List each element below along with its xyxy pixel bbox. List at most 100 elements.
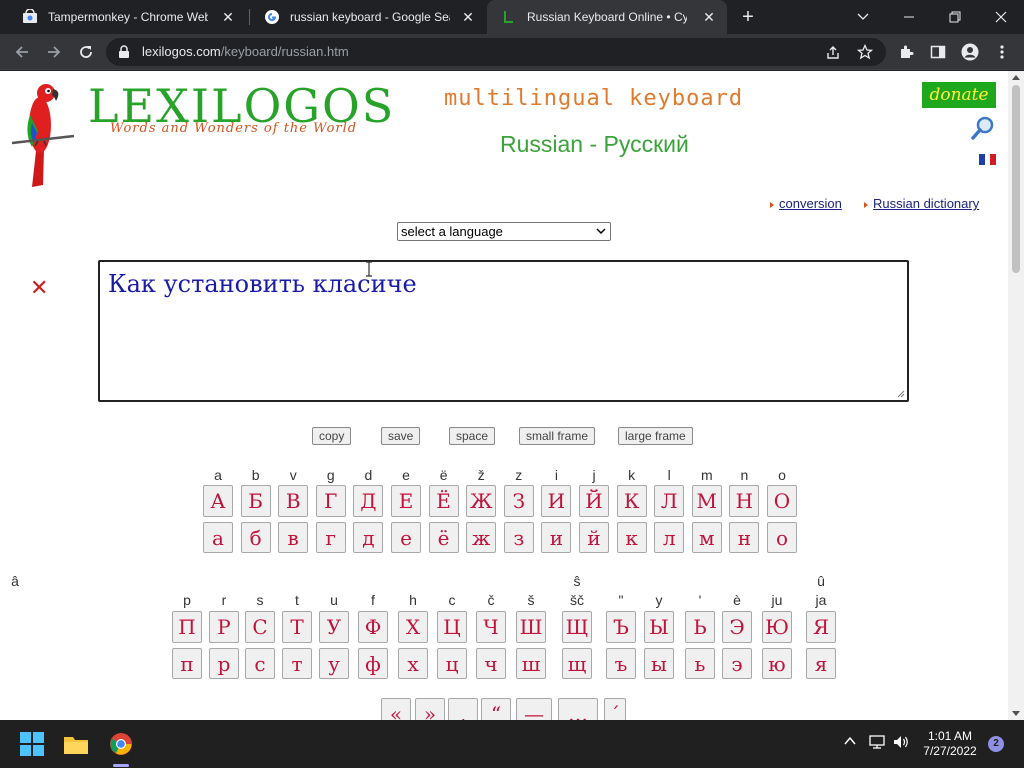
key-row2_lower[interactable]: ю bbox=[762, 648, 792, 679]
key-row1_lower[interactable]: а bbox=[203, 522, 233, 553]
search-icon[interactable] bbox=[970, 115, 996, 141]
key-row1_upper[interactable]: Г bbox=[315, 485, 346, 517]
key-row2_upper[interactable]: У bbox=[319, 611, 349, 643]
language-select[interactable]: select a language bbox=[397, 222, 611, 241]
key-row1_lower[interactable]: ё bbox=[428, 522, 459, 553]
key-row1_lower[interactable]: з bbox=[503, 522, 534, 553]
key-row1_upper[interactable]: Б bbox=[240, 485, 271, 517]
russian-dictionary-link[interactable]: Russian dictionary bbox=[873, 196, 979, 211]
parrot-logo-icon[interactable] bbox=[10, 81, 78, 189]
key-row1_upper[interactable]: Е bbox=[391, 485, 421, 517]
chevron-up-icon[interactable] bbox=[843, 734, 857, 748]
key-row2_upper[interactable]: Ю bbox=[762, 611, 792, 643]
key-row2_lower[interactable]: ц bbox=[437, 648, 467, 679]
clear-text-icon[interactable]: ✕ bbox=[30, 275, 48, 301]
key-row1_lower[interactable]: в bbox=[278, 522, 309, 553]
key-row3_partial[interactable]: » bbox=[415, 698, 445, 720]
key-row1_lower[interactable]: й bbox=[579, 522, 609, 553]
key-row2_upper[interactable]: С bbox=[245, 611, 275, 643]
key-row2_upper[interactable]: Я bbox=[806, 611, 836, 643]
share-icon[interactable] bbox=[825, 44, 841, 60]
key-row2_upper[interactable]: Э bbox=[722, 611, 752, 643]
key-row1_upper[interactable]: З bbox=[503, 485, 534, 517]
french-flag-icon[interactable] bbox=[979, 154, 997, 165]
key-row2_lower[interactable]: р bbox=[209, 648, 239, 679]
key-row3_partial[interactable]: … bbox=[558, 698, 598, 720]
close-tab-icon[interactable]: ✕ bbox=[701, 9, 717, 25]
key-row2_lower[interactable]: у bbox=[319, 648, 349, 679]
large-frame-button[interactable]: large frame bbox=[618, 427, 693, 445]
restore-icon[interactable] bbox=[932, 0, 978, 34]
key-row1_lower[interactable]: л bbox=[654, 522, 685, 553]
key-row2_upper[interactable]: Т bbox=[282, 611, 312, 643]
key-row1_lower[interactable]: ж bbox=[466, 522, 497, 553]
close-window-icon[interactable] bbox=[978, 0, 1024, 34]
key-row1_upper[interactable]: И bbox=[541, 485, 572, 517]
resize-grip-icon[interactable] bbox=[897, 390, 905, 398]
key-row1_upper[interactable]: В bbox=[278, 485, 309, 517]
key-row3_partial[interactable]: ´ bbox=[604, 698, 626, 720]
key-row3_partial[interactable]: — bbox=[516, 698, 552, 720]
space-button[interactable]: space bbox=[449, 427, 496, 445]
system-clock[interactable]: 1:01 AM 7/27/2022 bbox=[918, 729, 982, 759]
key-row1_upper[interactable]: Л bbox=[654, 485, 685, 517]
key-row1_lower[interactable]: г bbox=[315, 522, 346, 553]
key-row3_partial[interactable]: “ bbox=[481, 698, 511, 720]
key-row2_lower[interactable]: т bbox=[282, 648, 312, 679]
file-explorer-icon[interactable] bbox=[60, 728, 92, 760]
volume-icon[interactable] bbox=[893, 734, 911, 750]
key-row1_upper[interactable]: Ж bbox=[466, 485, 497, 517]
close-tab-icon[interactable]: ✕ bbox=[220, 9, 236, 25]
tab-lexilogos[interactable]: Russian Keyboard Online • Cyrillic ✕ bbox=[487, 0, 727, 34]
key-row3_partial[interactable]: « bbox=[381, 698, 411, 720]
key-row2_lower[interactable]: щ bbox=[562, 648, 592, 679]
key-row2_upper[interactable]: Ш bbox=[516, 611, 546, 643]
conversion-link[interactable]: conversion bbox=[779, 196, 842, 211]
close-tab-icon[interactable]: ✕ bbox=[460, 9, 476, 25]
network-icon[interactable] bbox=[869, 734, 887, 750]
chrome-menu-icon[interactable] bbox=[990, 40, 1014, 64]
key-row2_upper[interactable]: Р bbox=[209, 611, 239, 643]
minimize-icon[interactable] bbox=[886, 0, 932, 34]
address-bar[interactable]: lexilogos.com/keyboard/russian.htm bbox=[106, 38, 886, 66]
tab-search-icon[interactable] bbox=[840, 0, 886, 34]
key-row1_upper[interactable]: Й bbox=[579, 485, 609, 517]
key-row1_lower[interactable]: к bbox=[616, 522, 647, 553]
key-row2_lower[interactable]: э bbox=[722, 648, 752, 679]
key-row2_upper[interactable]: П bbox=[172, 611, 202, 643]
scroll-down-icon[interactable] bbox=[1012, 711, 1020, 716]
key-row2_upper[interactable]: Ц bbox=[437, 611, 467, 643]
key-row1_lower[interactable]: о bbox=[767, 522, 797, 553]
scroll-up-icon[interactable] bbox=[1012, 75, 1020, 80]
key-row2_upper[interactable]: Щ bbox=[562, 611, 592, 643]
key-row2_upper[interactable]: Ф bbox=[358, 611, 388, 643]
key-row2_upper[interactable]: Ь bbox=[685, 611, 715, 643]
key-row1_lower[interactable]: е bbox=[391, 522, 421, 553]
key-row2_lower[interactable]: ф bbox=[358, 648, 388, 679]
tab-tampermonkey[interactable]: Tampermonkey - Chrome Web Store ✕ bbox=[8, 0, 246, 34]
key-row1_lower[interactable]: и bbox=[541, 522, 572, 553]
text-editor[interactable]: Как установить класиче bbox=[98, 260, 909, 402]
key-row2_lower[interactable]: ь bbox=[685, 648, 715, 679]
key-row1_upper[interactable]: Д bbox=[353, 485, 384, 517]
extensions-icon[interactable] bbox=[894, 40, 918, 64]
start-windows-icon[interactable] bbox=[16, 728, 48, 760]
key-row2_lower[interactable]: ы bbox=[644, 648, 674, 679]
bookmark-star-icon[interactable] bbox=[857, 44, 873, 60]
key-row3_partial[interactable]: , bbox=[448, 698, 478, 720]
key-row1_upper[interactable]: Ё bbox=[428, 485, 459, 517]
key-row2_lower[interactable]: ш bbox=[516, 648, 546, 679]
key-row2_upper[interactable]: Ы bbox=[644, 611, 674, 643]
forward-icon[interactable] bbox=[42, 40, 66, 64]
tab-google-search[interactable]: russian keyboard - Google Search ✕ bbox=[250, 0, 486, 34]
reload-icon[interactable] bbox=[74, 40, 98, 64]
back-icon[interactable] bbox=[10, 40, 34, 64]
key-row2_upper[interactable]: Ъ bbox=[606, 611, 636, 643]
key-row1_upper[interactable]: М bbox=[691, 485, 722, 517]
small-frame-button[interactable]: small frame bbox=[519, 427, 596, 445]
key-row2_upper[interactable]: Х bbox=[398, 611, 428, 643]
key-row2_lower[interactable]: п bbox=[172, 648, 202, 679]
key-row1_upper[interactable]: Н bbox=[729, 485, 760, 517]
save-button[interactable]: save bbox=[381, 427, 421, 445]
key-row1_lower[interactable]: б bbox=[240, 522, 271, 553]
